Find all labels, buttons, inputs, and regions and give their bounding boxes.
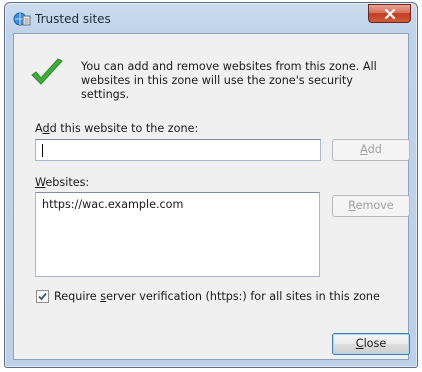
close-button[interactable]: Close <box>332 333 410 355</box>
text-caret <box>42 144 43 157</box>
websites-label: Websites: <box>35 176 90 189</box>
title-bar[interactable]: Trusted sites <box>5 3 417 33</box>
window-close-button[interactable] <box>368 4 411 23</box>
window-title: Trusted sites <box>35 12 111 26</box>
dialog-body: You can add and remove websites from thi… <box>13 33 410 360</box>
website-list-item[interactable]: https://wac.example.com <box>42 198 183 211</box>
require-https-checkbox[interactable] <box>36 290 49 303</box>
add-site-input[interactable] <box>35 139 321 161</box>
close-icon <box>384 8 395 19</box>
trusted-sites-dialog: Trusted sites You can add and remove web… <box>4 2 418 368</box>
remove-button[interactable]: Remove <box>332 195 410 217</box>
internet-options-icon <box>13 12 31 26</box>
zone-info-text: You can add and remove websites from thi… <box>81 60 377 101</box>
add-button[interactable]: Add <box>332 139 410 161</box>
require-https-label[interactable]: Require server verification (https:) for… <box>54 290 380 303</box>
websites-list[interactable]: https://wac.example.com <box>35 192 320 277</box>
add-site-label: Add this website to the zone: <box>35 122 199 135</box>
green-checkmark-icon <box>31 58 63 85</box>
checkmark-icon <box>38 292 47 301</box>
